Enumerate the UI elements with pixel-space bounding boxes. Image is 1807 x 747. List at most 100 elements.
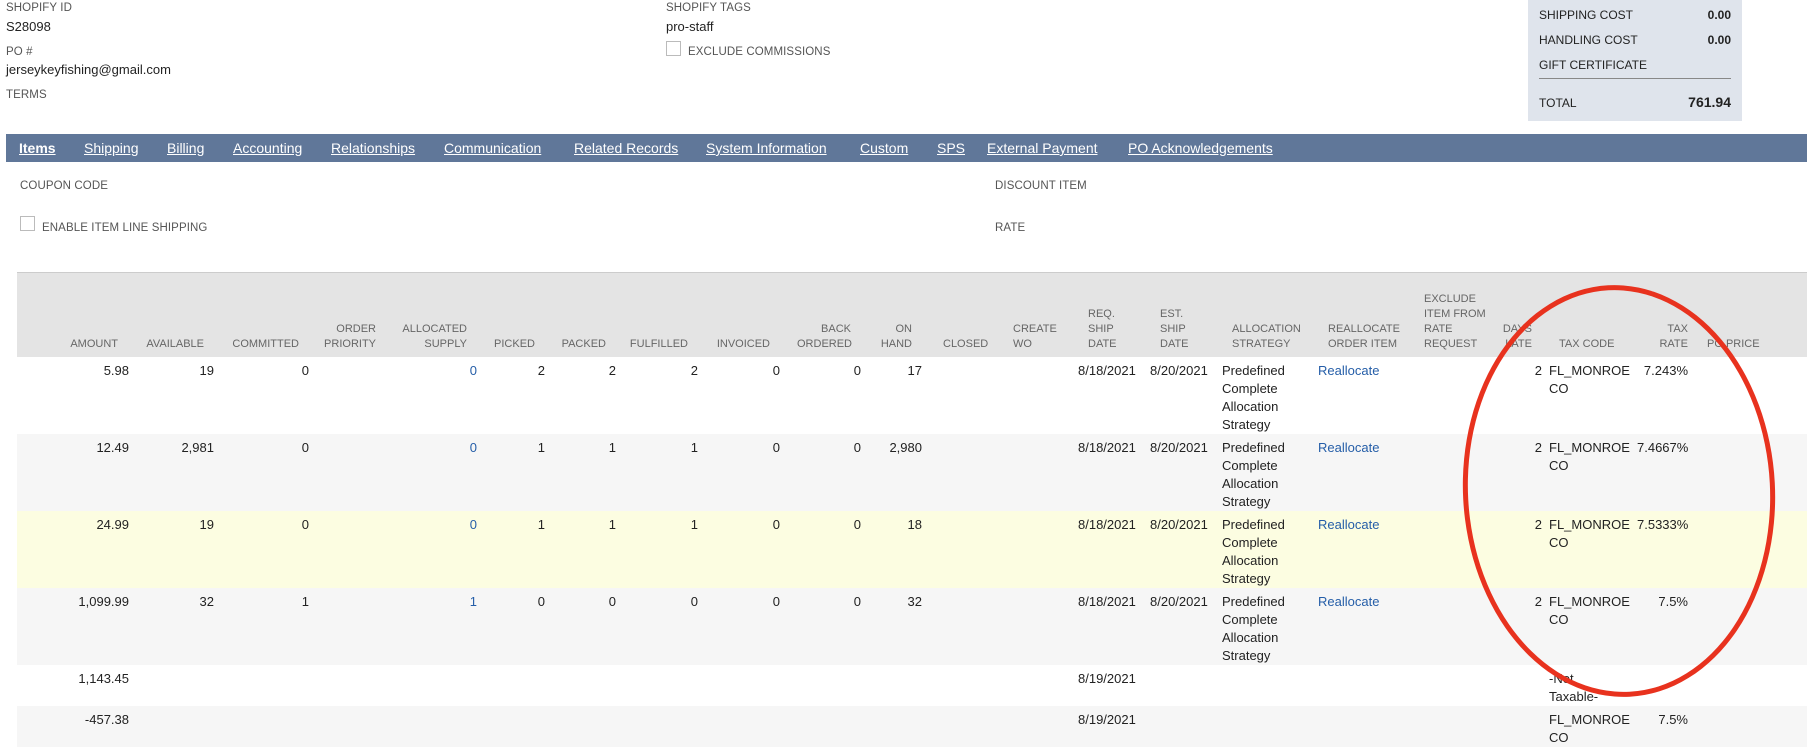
col-amount[interactable]: AMOUNT [37, 337, 118, 352]
tab-accounting[interactable]: Accounting [233, 140, 302, 156]
shipping-cost-row: SHIPPING COST 0.00 [1539, 8, 1731, 22]
col-fulfilled[interactable]: FULFILLED [617, 337, 688, 352]
col-back-ordered[interactable]: BACK ORDERED [797, 322, 852, 352]
cell-tax-code: FL_MONROE CO [1549, 712, 1630, 745]
table-row[interactable]: -457.38 8/19/2021 FL_MONROE CO 7.5% [17, 706, 1807, 747]
cell-on-hand: 18 [907, 517, 922, 532]
col-on-hand[interactable]: ON HAND [877, 322, 912, 352]
reallocate-link[interactable]: Reallocate [1318, 439, 1379, 457]
cell-amount: 24.99 [96, 517, 129, 532]
cell-amount: 1,099.99 [78, 594, 129, 609]
cell-req-ship-date: 8/18/2021 [1078, 363, 1136, 378]
cell-packed: 2 [608, 363, 616, 378]
cell-committed: 0 [301, 517, 309, 532]
exclude-commissions-label: EXCLUDE COMMISSIONS [688, 46, 831, 58]
col-closed[interactable]: CLOSED [943, 337, 993, 352]
tab-items[interactable]: Items [19, 140, 56, 156]
coupon-code-label: COUPON CODE [20, 180, 108, 192]
shopify-id-value: S28098 [6, 19, 51, 34]
tab-system-information[interactable]: System Information [706, 140, 827, 156]
table-row[interactable]: 1,143.45 8/19/2021 -Not Taxable- [17, 665, 1807, 707]
tab-related-records[interactable]: Related Records [574, 140, 678, 156]
gift-certificate-label: GIFT CERTIFICATE [1539, 58, 1648, 72]
cell-allocation-strategy: Predefined Complete Allocation Strategy [1222, 517, 1285, 586]
col-allocation-strategy[interactable]: ALLOCATION STRATEGY [1232, 322, 1322, 352]
tab-shipping[interactable]: Shipping [84, 140, 139, 156]
cell-available: 32 [199, 594, 214, 609]
cell-back-ordered: 0 [853, 440, 861, 455]
shopify-tags-value: pro-staff [666, 19, 714, 34]
cell-allocated-supply-link[interactable]: 0 [397, 439, 477, 457]
cell-est-ship-date: 8/20/2021 [1150, 594, 1208, 609]
cell-committed: 0 [301, 440, 309, 455]
po-value: jerseykeyfishing@gmail.com [6, 62, 171, 77]
tab-custom[interactable]: Custom [860, 140, 908, 156]
cell-on-hand: 2,980 [889, 440, 922, 455]
cell-back-ordered: 0 [853, 363, 861, 378]
tab-billing[interactable]: Billing [167, 140, 204, 156]
cell-invoiced: 0 [772, 594, 780, 609]
exclude-commissions-checkbox[interactable] [666, 41, 681, 56]
cell-on-hand: 17 [907, 363, 922, 378]
cell-allocated-supply-link[interactable]: 0 [397, 362, 477, 380]
tab-sps[interactable]: SPS [937, 140, 965, 156]
summary-divider [1539, 78, 1731, 79]
cell-allocation-strategy: Predefined Complete Allocation Strategy [1222, 440, 1285, 509]
cell-tax-rate: 7.5% [1658, 712, 1688, 727]
cell-available: 19 [199, 363, 214, 378]
cell-allocation-strategy: Predefined Complete Allocation Strategy [1222, 594, 1285, 663]
gift-certificate-row: GIFT CERTIFICATE [1539, 58, 1731, 72]
cell-est-ship-date: 8/20/2021 [1150, 440, 1208, 455]
cell-req-ship-date: 8/19/2021 [1078, 671, 1136, 686]
reallocate-link[interactable]: Reallocate [1318, 516, 1379, 534]
cell-on-hand: 32 [907, 594, 922, 609]
col-invoiced[interactable]: INVOICED [707, 337, 770, 352]
enable-line-shipping-checkbox[interactable] [20, 216, 35, 231]
cell-fulfilled: 2 [690, 363, 698, 378]
cell-allocated-supply-link[interactable]: 0 [397, 516, 477, 534]
tab-relationships[interactable]: Relationships [331, 140, 415, 156]
cell-available: 19 [199, 517, 214, 532]
total-value: 761.94 [1688, 94, 1731, 110]
cell-amount: 1,143.45 [78, 671, 129, 686]
col-reallocate-order-item[interactable]: REALLOCATE ORDER ITEM [1328, 322, 1408, 352]
discount-item-label: DISCOUNT ITEM [995, 180, 1087, 192]
col-est-ship-date[interactable]: EST. SHIP DATE [1160, 307, 1200, 352]
reallocate-link[interactable]: Reallocate [1318, 362, 1379, 380]
cell-allocation-strategy: Predefined Complete Allocation Strategy [1222, 363, 1285, 432]
cell-fulfilled: 1 [690, 517, 698, 532]
handling-cost-label: HANDLING COST [1539, 33, 1638, 47]
cell-invoiced: 0 [772, 363, 780, 378]
po-label: PO # [6, 46, 33, 58]
cell-picked: 1 [537, 440, 545, 455]
col-order-priority[interactable]: ORDER PRIORITY [317, 322, 376, 352]
cell-req-ship-date: 8/18/2021 [1078, 440, 1136, 455]
total-row: TOTAL 761.94 [1539, 94, 1731, 110]
col-exclude-item-from-rate-request[interactable]: EXCLUDE ITEM FROM RATE REQUEST [1424, 292, 1486, 352]
cell-amount: -457.38 [84, 712, 129, 727]
cell-fulfilled: 0 [690, 594, 698, 609]
cell-est-ship-date: 8/20/2021 [1150, 517, 1208, 532]
col-req-ship-date[interactable]: REQ. SHIP DATE [1088, 307, 1128, 352]
terms-label: TERMS [6, 89, 47, 101]
cell-allocated-supply-link[interactable]: 1 [397, 593, 477, 611]
col-committed[interactable]: COMMITTED [217, 337, 299, 352]
handling-cost-row: HANDLING COST 0.00 [1539, 33, 1731, 47]
col-packed[interactable]: PACKED [557, 337, 606, 352]
cell-picked: 1 [537, 517, 545, 532]
cell-packed: 1 [608, 517, 616, 532]
tab-external-payment[interactable]: External Payment [987, 140, 1098, 156]
shipping-cost-value: 0.00 [1707, 8, 1731, 22]
cell-committed: 1 [301, 594, 309, 609]
tab-po-acknowledgements[interactable]: PO Acknowledgements [1128, 140, 1273, 156]
col-create-wo[interactable]: CREATE WO [1013, 322, 1061, 352]
col-allocated-supply[interactable]: ALLOCATED SUPPLY [397, 322, 467, 352]
cell-amount: 5.98 [103, 363, 129, 378]
reallocate-link[interactable]: Reallocate [1318, 593, 1379, 611]
col-picked[interactable]: PICKED [487, 337, 535, 352]
col-available[interactable]: AVAILABLE [137, 337, 204, 352]
tab-communication[interactable]: Communication [444, 140, 541, 156]
cell-committed: 0 [301, 363, 309, 378]
cell-amount: 12.49 [96, 440, 129, 455]
cell-fulfilled: 1 [690, 440, 698, 455]
